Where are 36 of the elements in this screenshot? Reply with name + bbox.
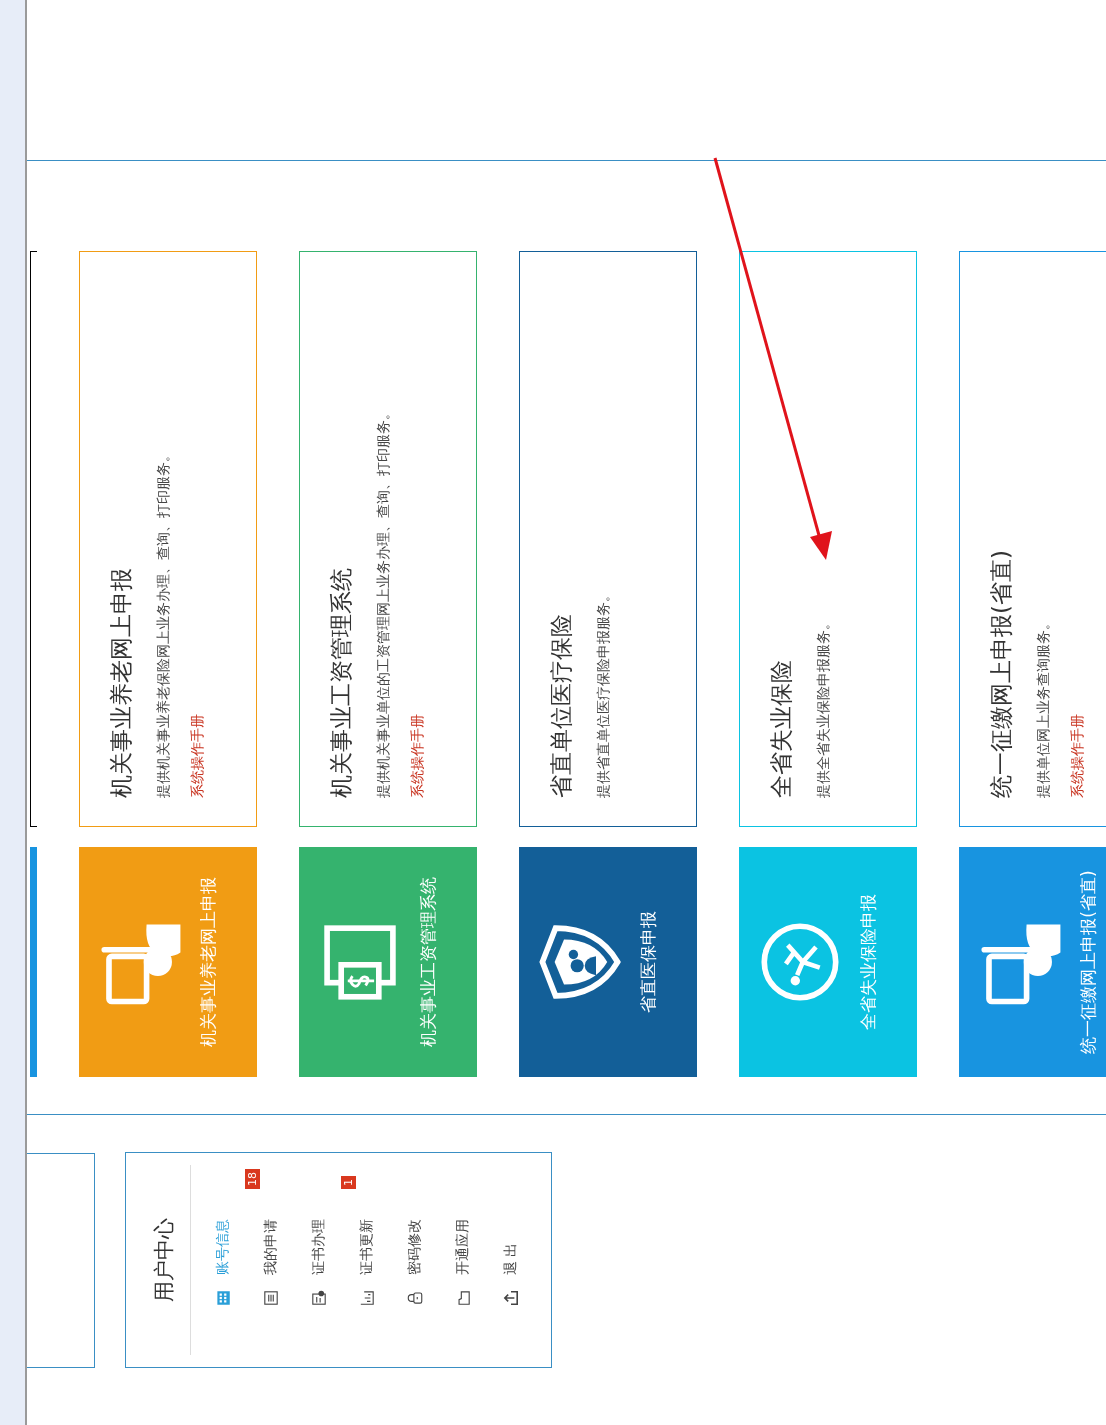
menu-item[interactable]: 密码修改 bbox=[403, 1219, 427, 1307]
tile-label: 机关事业工资管理系统 bbox=[417, 877, 439, 1047]
manual-link[interactable]: 系统操作手册 bbox=[409, 714, 427, 798]
certificate-icon bbox=[310, 1289, 328, 1307]
service-description: 提供省直单位医疗保险申报服务。 bbox=[595, 587, 612, 798]
service-title: 统一征缴网上申报(省直) bbox=[987, 549, 1015, 798]
service-description: 提供全省失业保险申报服务。 bbox=[815, 615, 832, 798]
service-title: 省直单位医疗保险 bbox=[547, 613, 575, 798]
menu-item[interactable]: 退 出 bbox=[499, 1242, 523, 1307]
lock-icon bbox=[406, 1289, 424, 1307]
tile-label: 省直医保申报 bbox=[637, 911, 659, 1013]
service-description: 提供机关事业单位的工资管理网上业务办理、查询、打印服务。 bbox=[375, 405, 392, 798]
menu-item[interactable]: 我的申请 bbox=[259, 1219, 283, 1307]
menu-item[interactable]: 开通应用 bbox=[451, 1219, 475, 1307]
manual-link[interactable]: 系统操作手册 bbox=[1069, 714, 1087, 798]
service-title: 机关事业工资管理系统 bbox=[327, 567, 355, 798]
manual-link[interactable]: 系统操作手册 bbox=[189, 714, 207, 798]
panel-title: 用户中心 bbox=[151, 1217, 177, 1304]
exit-icon bbox=[502, 1289, 520, 1307]
menu-item[interactable]: 证书更新 bbox=[355, 1219, 379, 1307]
tile-label: 统一征缴网上申报(省直) bbox=[1077, 870, 1099, 1054]
chart-icon bbox=[358, 1289, 376, 1307]
menu-item[interactable]: 账号信息 bbox=[211, 1219, 235, 1307]
tile-label: 全省失业保险申报 bbox=[857, 894, 879, 1030]
service-description: 提供单位网上业务查询服务。 bbox=[1035, 615, 1052, 798]
count-badge: 1 bbox=[341, 1176, 356, 1189]
list-icon bbox=[262, 1289, 280, 1307]
service-description: 提供机关事业养老保险网上业务办理、查询、打印服务。 bbox=[155, 447, 172, 798]
tile-label: 机关事业养老网上申报 bbox=[197, 877, 219, 1047]
service-tile[interactable]: 省直医保申报 bbox=[519, 847, 697, 1077]
service-title: 全省失业保险 bbox=[767, 659, 795, 798]
service-tile[interactable]: 统一征缴网上申报(省直) bbox=[959, 847, 1105, 1077]
menu-item[interactable]: 证书办理 bbox=[307, 1219, 331, 1307]
count-badge: 18 bbox=[245, 1169, 260, 1189]
building-icon bbox=[214, 1289, 232, 1307]
service-title: 机关事业养老网上申报 bbox=[107, 567, 135, 798]
